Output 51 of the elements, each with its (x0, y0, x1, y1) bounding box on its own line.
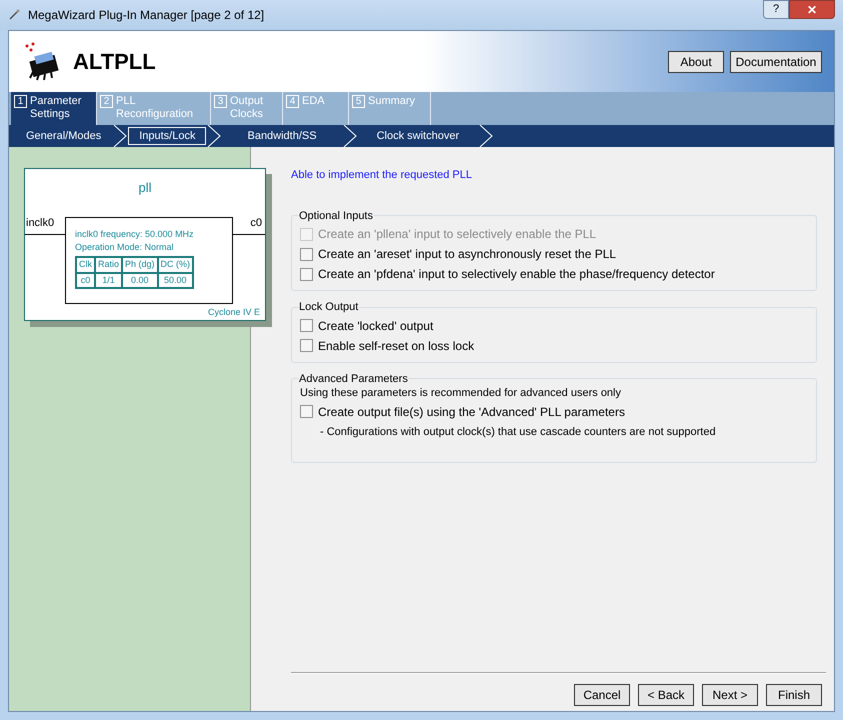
wizard-tab[interactable]: 1 Parameter Settings (11, 92, 97, 125)
checkbox-label: Create an 'pfdena' input to selectively enable the phase/frequency detector (318, 266, 715, 283)
checkbox-label: Create an 'areset' input to asynchronously reset the PLL (318, 246, 616, 263)
chevron-separator-icon (112, 125, 128, 147)
group-note: - Configurations with output clock(s) that use cascade counters are not supported (319, 424, 717, 440)
table-cell: 0.00 (122, 272, 158, 288)
table-header: Ph (dg) (122, 257, 158, 272)
dialog-button[interactable]: Cancel (574, 684, 630, 706)
table-header: Clk (76, 257, 95, 272)
group-description: Using these parameters is recommended for advanced users only (300, 386, 622, 401)
table-header: DC (%) (158, 257, 194, 272)
table-cell: 1/1 (95, 272, 122, 288)
table-cell: 50.00 (158, 272, 194, 288)
diagram-title: pll (137, 179, 152, 197)
group-title: Lock Output (299, 300, 358, 315)
group-title: Advanced Parameters (299, 372, 408, 386)
subtab[interactable]: Clock switchover (366, 127, 470, 145)
chevron-separator-icon (206, 125, 222, 147)
status-message: Able to implement the requested PLL (291, 168, 474, 183)
subtab[interactable]: General/Modes (15, 127, 112, 145)
dialog-button[interactable]: < Back (638, 684, 694, 706)
device-label: Cyclone IV E (208, 306, 260, 319)
checkbox[interactable] (300, 248, 313, 260)
checkbox-label: Create an 'pllena' input to selectively enable the PLL (318, 226, 596, 243)
chevron-separator-icon (342, 125, 358, 147)
checkbox-label: Create output file(s) using the 'Advanced' PLL parameters (318, 404, 625, 420)
close-button[interactable]: ✕ (789, 0, 835, 19)
table-header: Ratio (95, 257, 122, 272)
output-label: c0 (250, 216, 262, 231)
pll-info: inclk0 frequency: 50.000 MHz (75, 228, 195, 241)
checkbox-label: Create 'locked' output (318, 318, 434, 334)
header-title: ALTPLL (73, 48, 156, 76)
checkbox[interactable] (300, 339, 313, 352)
pll-info: Operation Mode: Normal (75, 241, 175, 254)
subtab[interactable]: Inputs/Lock (128, 127, 206, 145)
subtab[interactable]: Bandwidth/SS (236, 127, 328, 145)
help-button[interactable]: ? (763, 0, 789, 19)
checkbox-label: Enable self-reset on loss lock (318, 338, 474, 354)
wand-icon (8, 9, 20, 21)
checkbox[interactable] (300, 405, 313, 418)
input-label: inclk0 (26, 216, 54, 231)
dialog-button[interactable]: Finish (766, 684, 822, 706)
dialog-button[interactable]: Next > (702, 684, 758, 706)
dialog-button[interactable]: Documentation (730, 50, 822, 72)
checkbox[interactable] (300, 268, 313, 280)
checkbox[interactable] (300, 319, 313, 332)
table-cell: c0 (76, 272, 95, 288)
group-title: Optional Inputs (299, 208, 373, 224)
dialog-button[interactable]: About (668, 50, 724, 72)
chevron-separator-icon (478, 125, 494, 147)
window-title: MegaWizard Plug-In Manager [page 2 of 12] (28, 7, 264, 24)
